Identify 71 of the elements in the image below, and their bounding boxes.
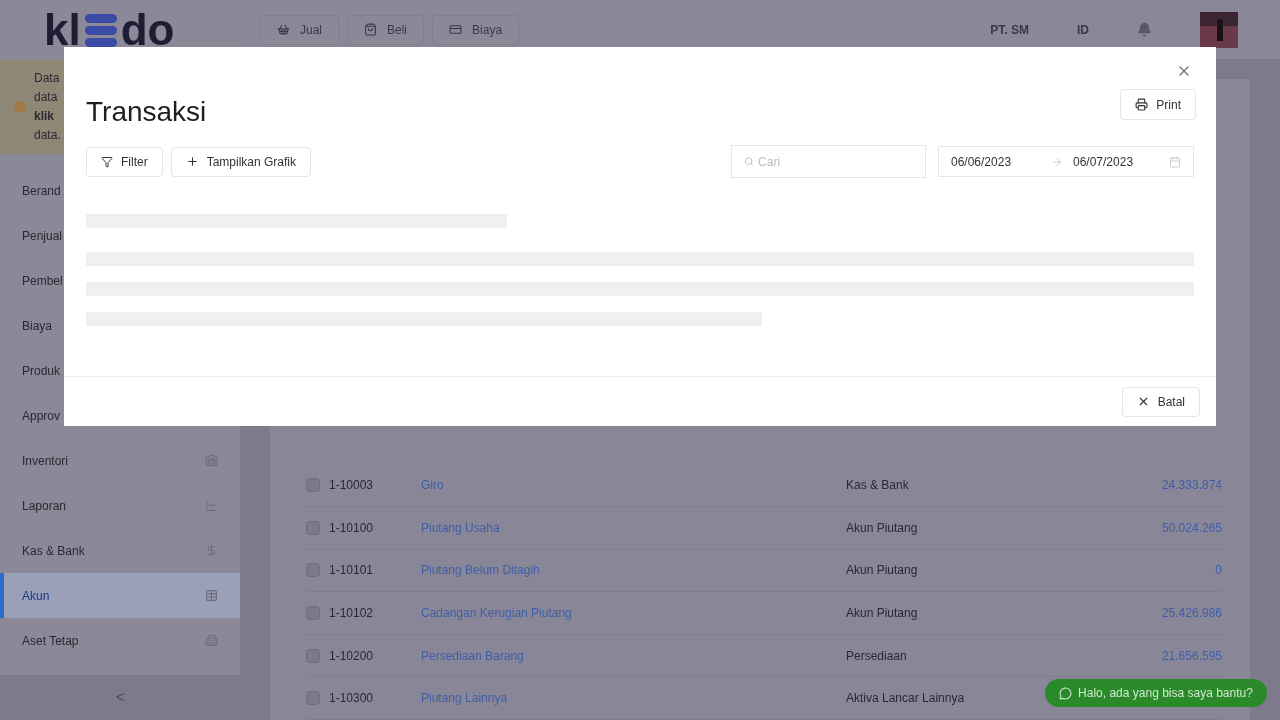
row-checkbox[interactable]	[306, 691, 320, 706]
account-balance: 0	[1214, 562, 1222, 580]
account-name-link[interactable]: Piutang Belum Ditagih	[421, 561, 846, 580]
logo-text: kl	[44, 8, 81, 52]
account-category: Akun Piutang	[846, 605, 919, 622]
row-checkbox[interactable]	[306, 520, 320, 535]
printer-icon	[1135, 98, 1149, 111]
dialog-title: Transaksi	[86, 95, 207, 129]
plus-icon	[185, 155, 199, 168]
search-icon	[744, 156, 755, 167]
company-menu[interactable]: PT. SM	[990, 20, 1029, 39]
notice-text: data	[34, 89, 59, 106]
account-code: 1-10300	[329, 690, 375, 708]
language-menu[interactable]: ID	[1077, 20, 1089, 39]
table-icon	[205, 589, 218, 602]
calendar-icon	[1169, 155, 1181, 168]
sidebar-item[interactable]: Inventori	[0, 438, 240, 483]
account-code: 1-10102	[329, 605, 375, 622]
basket-icon	[277, 23, 290, 37]
logo-text: do	[120, 8, 175, 52]
account-name-link[interactable]: Cadangan Kerugian Piutang	[421, 604, 846, 622]
arrow-icon	[1051, 155, 1063, 168]
account-category: Akun Piutang	[846, 562, 919, 580]
row-checkbox[interactable]	[306, 563, 320, 578]
row-checkbox[interactable]	[306, 606, 320, 620]
account-name-link[interactable]: Piutang Lainnya	[421, 689, 846, 708]
chat-button[interactable]: Halo, ada yang bisa saya bantu?	[1045, 679, 1267, 707]
account-balance: 21.656.595	[1160, 647, 1222, 665]
search-input[interactable]: Cari	[758, 152, 913, 171]
account-name-link[interactable]: Giro	[421, 476, 846, 495]
sidebar-item[interactable]: Aset Tetap	[0, 618, 240, 663]
row-checkbox[interactable]	[306, 648, 320, 663]
account-balance: 50.024.265	[1160, 519, 1222, 537]
account-code: 1-10100	[329, 519, 375, 537]
account-name-link[interactable]: Piutang Usaha	[421, 518, 846, 537]
account-balance: 24.333.874	[1160, 477, 1222, 495]
account-name-link[interactable]: Persediaan Barang	[421, 646, 846, 665]
collapse-button[interactable]: <	[0, 675, 240, 720]
account-category: Kas & Bank	[846, 477, 910, 495]
filter-icon	[101, 155, 113, 168]
show-chart-button[interactable]: Tampilkan Grafik	[170, 146, 312, 177]
sidebar-item[interactable]: Akun	[0, 573, 240, 618]
warehouse-icon	[205, 454, 218, 467]
account-category: Akun Piutang	[846, 519, 919, 537]
building-icon	[205, 634, 218, 647]
chat-icon	[1059, 686, 1073, 700]
account-code: 1-10003	[329, 477, 375, 495]
dollar-icon	[205, 544, 218, 557]
search-field[interactable]: Cari	[731, 145, 926, 178]
account-balance: 25.426.986	[1160, 605, 1222, 622]
menu-button[interactable]: Jual	[260, 14, 339, 45]
row-checkbox[interactable]	[306, 478, 320, 493]
filter-button[interactable]: Filter	[86, 146, 163, 177]
print-button[interactable]: Print	[1120, 89, 1196, 120]
bell-icon[interactable]	[1137, 22, 1152, 38]
notice-text: Data	[34, 70, 61, 87]
sidebar-item[interactable]: Kas & Bank	[0, 528, 240, 573]
sidebar-item[interactable]: Laporan	[0, 483, 240, 528]
bag-icon	[364, 23, 377, 37]
account-category: Persediaan	[846, 647, 908, 665]
notice-text: data.	[34, 127, 61, 144]
account-category: Aktiva Lancar Lainnya	[846, 690, 966, 708]
menu-button[interactable]: Beli	[347, 14, 425, 45]
date-range-field[interactable]: 06/06/2023 06/07/2023	[938, 146, 1194, 177]
account-code: 1-10101	[329, 562, 375, 580]
account-code: 1-10200	[329, 647, 375, 665]
card-icon	[449, 23, 463, 37]
chart-icon	[205, 499, 218, 512]
menu-button[interactable]: Biaya	[432, 14, 520, 45]
notice-text: klik	[34, 108, 55, 125]
cancel-button[interactable]: Batal	[1121, 386, 1200, 417]
